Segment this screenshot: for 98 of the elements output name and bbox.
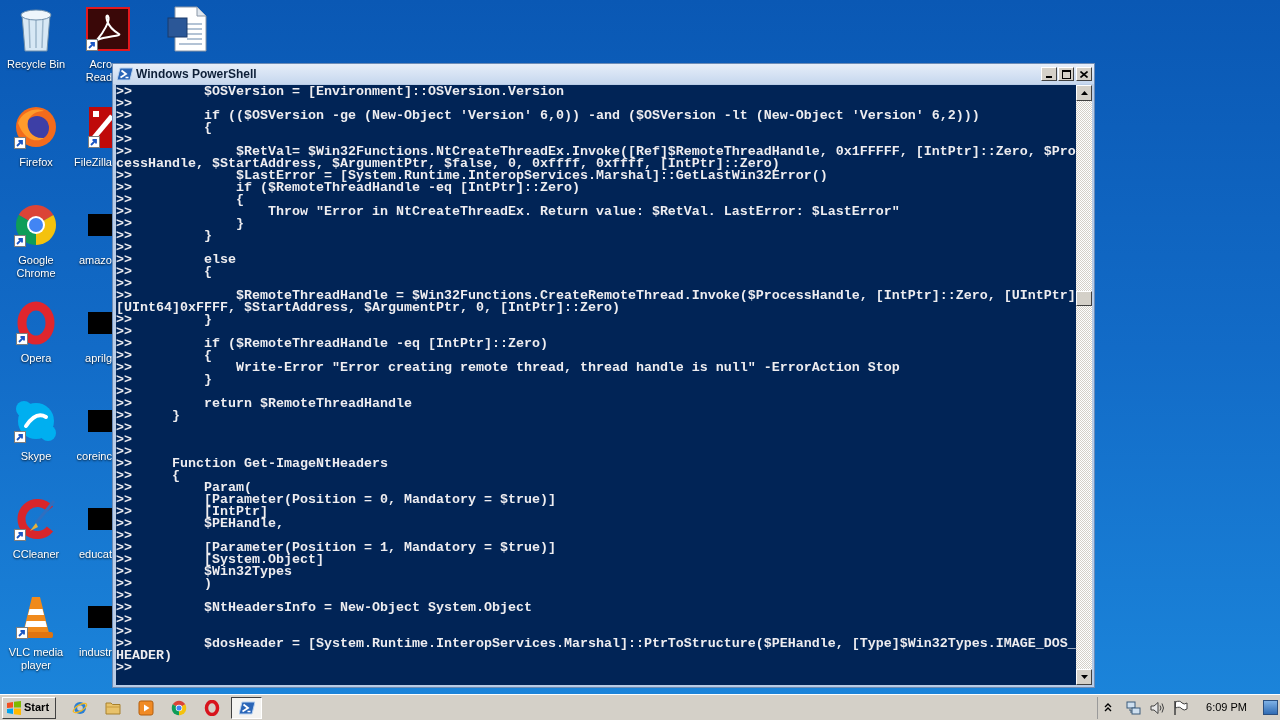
icon-label: amazo — [78, 254, 112, 267]
browser-icon[interactable] — [14, 203, 58, 247]
chevron-up-icon[interactable] — [1104, 703, 1113, 712]
console-line: >> — [116, 242, 132, 254]
windows-flag-icon — [6, 699, 22, 716]
file-thumbnail-icon[interactable] — [88, 606, 112, 628]
console-line: >> [Parameter(Position = 0, Mandatory = $true)] — [116, 494, 556, 506]
console-line: >> } — [116, 314, 212, 326]
console-line: >> if ($RemoteThreadHandle -eq [IntPtr]::Zero) — [116, 338, 548, 350]
console-line: >> Write-Error "Error creating remote thread, thread handle is null" -ErrorAction Stop — [116, 362, 900, 374]
show-desktop-button[interactable] — [1263, 700, 1278, 715]
icon-label: industr — [78, 646, 112, 659]
console-line: >> if (($OSVersion -ge (New-Object 'Version' 6,0)) -and ($OSVersion -lt (New-Object 'Version' 6,2))) — [116, 110, 980, 122]
volume-icon[interactable] — [1149, 699, 1166, 716]
icon-label: CCleaner — [12, 548, 60, 561]
scroll-down-button[interactable] — [1076, 669, 1092, 685]
console-line: >> { — [116, 194, 244, 206]
icon-label: aprilg — [85, 352, 112, 365]
close-icon — [1080, 70, 1088, 78]
console-line: >> $dosHeader = [System.Runtime.InteropServices.Marshal]::PtrToStructure($PEHandle, [Type]$Win32Types.IMAGE_DOS_ — [116, 638, 1076, 650]
console-line: >> — [116, 590, 132, 602]
icon-label: coreinc — [76, 450, 112, 463]
minimize-icon — [1046, 76, 1052, 78]
console-line: >> } — [116, 218, 244, 230]
icon-label: Firefox — [19, 156, 53, 169]
console-line: >> { — [116, 350, 212, 362]
console-line: >> — [116, 626, 132, 638]
icon-label: Recycle Bin — [6, 58, 66, 71]
icon-label: Acro Read — [84, 58, 112, 84]
icon-label: VLC media player — [7, 646, 65, 672]
console-line: >> $PEHandle, — [116, 518, 284, 530]
triangle-down-icon — [1080, 675, 1088, 679]
chat-app-icon[interactable] — [14, 399, 58, 443]
console-line: >> — [116, 662, 132, 674]
media-player-icon[interactable] — [138, 699, 154, 716]
console-line: >> $OSVersion = [Environment]::OSVersion.Version — [116, 86, 564, 98]
console-line: >> Function Get-ImageNtHeaders — [116, 458, 388, 470]
console-line: >> Param( — [116, 482, 252, 494]
console-line: >> — [116, 434, 132, 446]
document-icon[interactable] — [167, 6, 207, 52]
scroll-up-button[interactable] — [1076, 85, 1092, 101]
icon-label: Skype — [20, 450, 52, 463]
icon-label: Opera — [20, 352, 52, 365]
console-line: >> ) — [116, 578, 212, 590]
console-line: >> return $RemoteThreadHandle — [116, 398, 412, 410]
console-line: >> Throw "Error in NtCreateThreadEx. Return value: $RetVal. LastError: $LastError" — [116, 206, 900, 218]
icon-label: FileZilla — [74, 156, 112, 169]
console-line: >> — [116, 386, 132, 398]
network-icon[interactable] — [1126, 699, 1143, 716]
taskbar-button[interactable] — [231, 696, 262, 719]
console-line: >> else — [116, 254, 236, 266]
console-line: >> [System.Object] — [116, 554, 324, 566]
window-title: Windows PowerShell — [136, 66, 257, 83]
file-thumbnail-icon[interactable] — [88, 312, 112, 334]
browser-icon[interactable] — [14, 105, 58, 149]
clock[interactable]: 6:09 PM — [1206, 699, 1247, 716]
minimize-button[interactable] — [1041, 67, 1057, 81]
console-line: >> [Parameter(Position = 1, Mandatory = $true)] — [116, 542, 556, 554]
console-line: >> — [116, 446, 132, 458]
console-line: >> — [116, 326, 132, 338]
console-line: >> { — [116, 470, 180, 482]
file-thumbnail-icon[interactable] — [88, 214, 112, 236]
console-line: >> $LastError = [System.Runtime.InteropServices.Marshal]::GetLastWin32Error() — [116, 170, 828, 182]
console-icon — [238, 699, 255, 716]
console-line: >> — [116, 98, 132, 110]
start-button[interactable]: Start — [2, 696, 56, 719]
console-line: >> $RemoteThreadHandle = $Win32Functions.CreateRemoteThread.Invoke($ProcessHandle, [IntPtr]::Zero, [UIntPtr] — [116, 290, 1076, 302]
console-line: >> — [116, 422, 132, 434]
console-line: >> $Win32Types — [116, 566, 292, 578]
console-line: >> } — [116, 410, 180, 422]
maximize-icon — [1061, 69, 1071, 79]
console-line: >> — [116, 614, 132, 626]
console-line: >> } — [116, 230, 212, 242]
close-button[interactable] — [1076, 67, 1092, 81]
console-line: HEADER) — [116, 650, 172, 662]
triangle-up-icon — [1080, 91, 1088, 95]
console-line: >> { — [116, 266, 212, 278]
console-line: >> — [116, 134, 132, 146]
console-line: >> — [116, 278, 132, 290]
browser-icon[interactable] — [16, 301, 56, 345]
file-thumbnail-icon[interactable] — [88, 410, 112, 432]
console-line: >> if ($RemoteThreadHandle -eq [IntPtr]::Zero) — [116, 182, 580, 194]
console-line: >> $NtHeadersInfo = New-Object System.Object — [116, 602, 532, 614]
console-line: cessHandle, $StartAddress, $ArgumentPtr, $false, 0, 0xffff, 0xffff, [IntPtr]::Zero) — [116, 158, 780, 170]
console-line: >> { — [116, 122, 212, 134]
flag-icon[interactable] — [1172, 699, 1189, 716]
icon-label: Google Chrome — [15, 254, 57, 280]
console-line: >> } — [116, 374, 212, 386]
console-line: >> [IntPtr] — [116, 506, 268, 518]
console-line: [UInt64]0xFFFF, $StartAddress, $ArgumentPtr, 0, [IntPtr]::Zero) — [116, 302, 620, 314]
console-line: >> $RetVal= $Win32Functions.NtCreateThreadEx.Invoke([Ref]$RemoteThreadHandle, 0x1FFFFF, [IntPtr]::Zero, $Pro — [116, 146, 1076, 158]
console-icon — [117, 66, 133, 82]
scroll-thumb[interactable] — [1076, 291, 1092, 306]
console-line: >> — [116, 530, 132, 542]
pdf-reader-icon[interactable] — [86, 7, 130, 51]
maximize-button[interactable] — [1058, 67, 1074, 81]
file-thumbnail-icon[interactable] — [88, 508, 112, 530]
icon-label: educat — [78, 548, 112, 561]
